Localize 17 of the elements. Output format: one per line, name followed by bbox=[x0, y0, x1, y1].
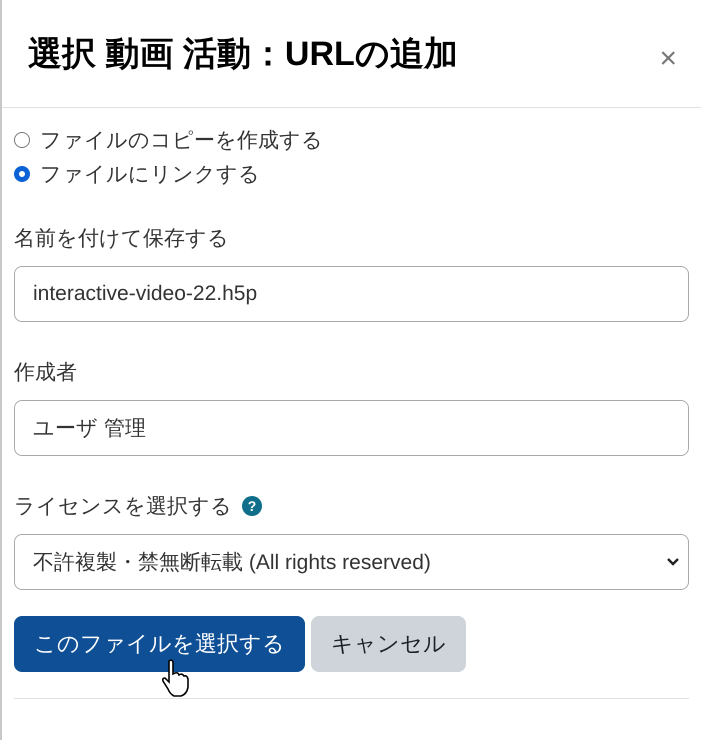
input-field[interactable]: interactive-video-22.h5p bbox=[14, 266, 689, 322]
radio-button[interactable] bbox=[14, 166, 30, 182]
help-icon[interactable]: ? bbox=[242, 496, 262, 516]
select-field[interactable]: 不許複製・禁無断転載 (All rights reserved) bbox=[14, 534, 689, 590]
dialog-title: 選択 動画 活動：URLの追加 bbox=[28, 34, 458, 74]
field-label: 作成者 bbox=[14, 360, 77, 386]
radio-label: ファイルにリンクする bbox=[40, 162, 260, 188]
radio-label: ファイルのコピーを作成する bbox=[40, 128, 323, 154]
cancel-button[interactable]: キャンセル bbox=[311, 616, 466, 672]
close-button[interactable]: × bbox=[659, 42, 677, 76]
radio-button[interactable] bbox=[14, 132, 30, 148]
field-label: ライセンスを選択する bbox=[14, 494, 232, 520]
hand-pointer-icon bbox=[160, 658, 192, 698]
input-field[interactable]: ユーザ 管理 bbox=[14, 400, 689, 456]
field-label: 名前を付けて保存する bbox=[14, 226, 229, 252]
chevron-down-icon bbox=[666, 557, 680, 567]
select-file-button[interactable]: このファイルを選択する bbox=[14, 616, 305, 672]
